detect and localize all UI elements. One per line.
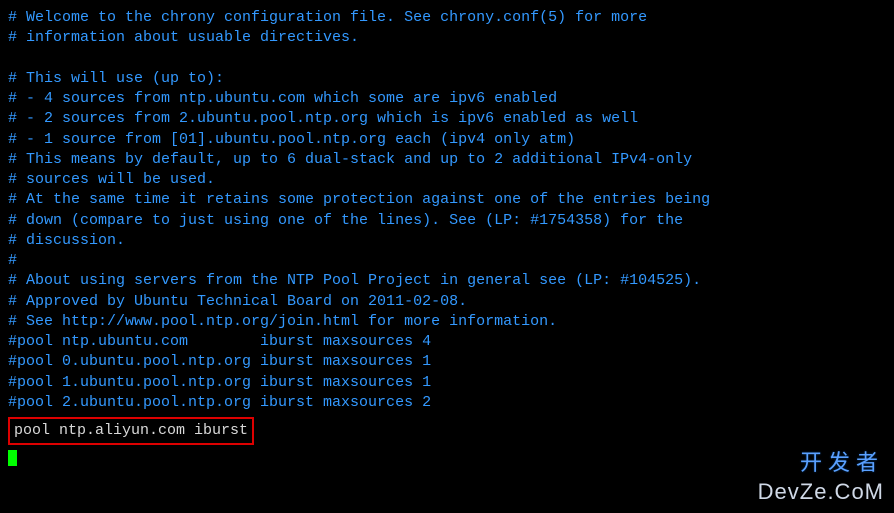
config-line (8, 49, 886, 69)
config-line: #pool 0.ubuntu.pool.ntp.org iburst maxso… (8, 352, 886, 372)
config-line: #pool 1.ubuntu.pool.ntp.org iburst maxso… (8, 373, 886, 393)
config-line: # Welcome to the chrony configuration fi… (8, 8, 886, 28)
pool-directive: pool ntp.aliyun.com iburst (14, 422, 248, 439)
config-line: #pool ntp.ubuntu.com iburst maxsources 4 (8, 332, 886, 352)
config-line: # - 2 sources from 2.ubuntu.pool.ntp.org… (8, 109, 886, 129)
config-line: # - 1 source from [01].ubuntu.pool.ntp.o… (8, 130, 886, 150)
config-line: # (8, 251, 886, 271)
config-line: # See http://www.pool.ntp.org/join.html … (8, 312, 886, 332)
config-line: # Approved by Ubuntu Technical Board on … (8, 292, 886, 312)
config-line: # - 4 sources from ntp.ubuntu.com which … (8, 89, 886, 109)
terminal-editor[interactable]: # Welcome to the chrony configuration fi… (8, 8, 886, 466)
config-line: # About using servers from the NTP Pool … (8, 271, 886, 291)
config-line: # This means by default, up to 6 dual-st… (8, 150, 886, 170)
config-line: # information about usuable directives. (8, 28, 886, 48)
highlighted-config-line: pool ntp.aliyun.com iburst (8, 417, 254, 445)
watermark-en: DevZe.CoM (758, 477, 884, 507)
config-line: # This will use (up to): (8, 69, 886, 89)
config-line: # At the same time it retains some prote… (8, 190, 886, 210)
config-file-content: # Welcome to the chrony configuration fi… (8, 8, 886, 413)
config-line: # down (compare to just using one of the… (8, 211, 886, 231)
config-line: # sources will be used. (8, 170, 886, 190)
editor-cursor (8, 450, 17, 466)
config-line: # discussion. (8, 231, 886, 251)
config-line: #pool 2.ubuntu.pool.ntp.org iburst maxso… (8, 393, 886, 413)
